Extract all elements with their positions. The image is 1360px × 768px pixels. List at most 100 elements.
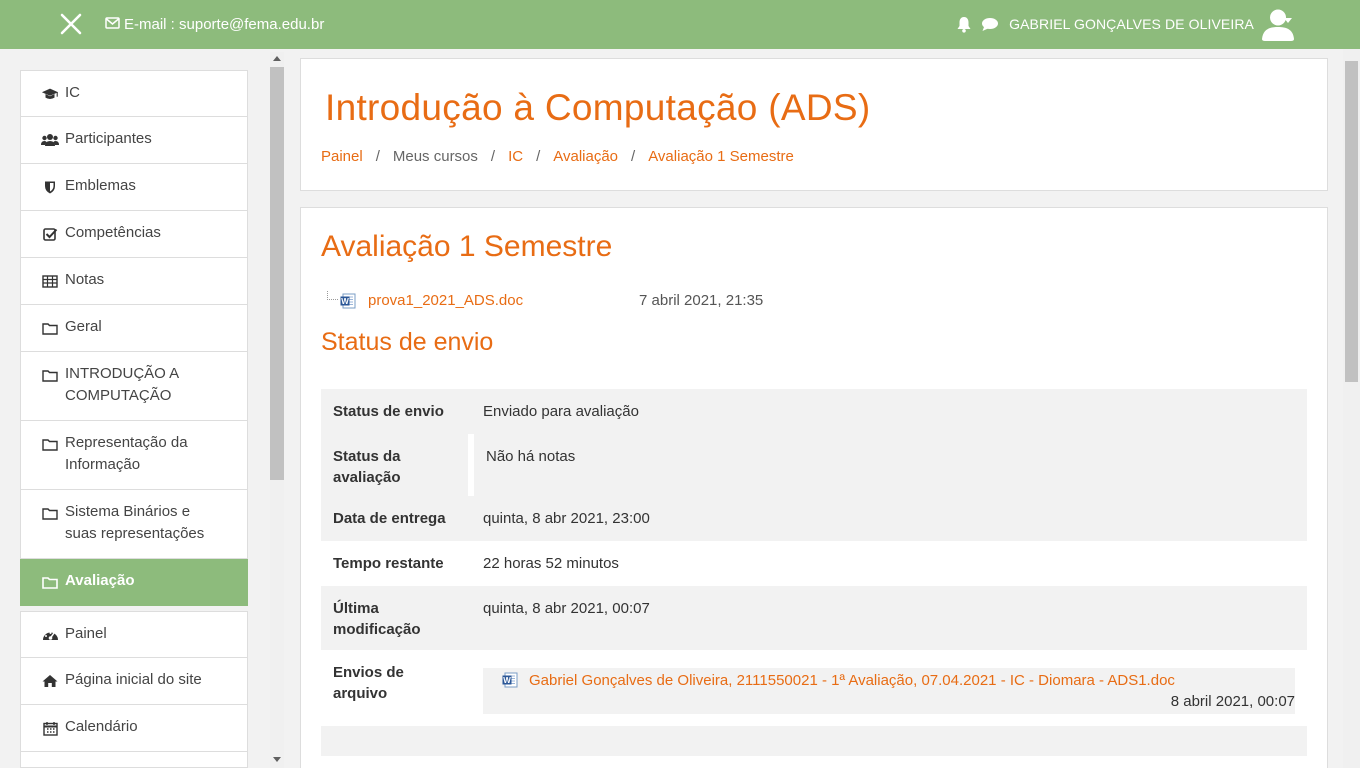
breadcrumb-avaliacao[interactable]: Avaliação: [553, 148, 618, 165]
sidebar-item-sistema-binarios[interactable]: Sistema Binários e suas representações: [20, 490, 248, 559]
avatar-icon[interactable]: [1260, 6, 1296, 42]
row-key: Última modificação: [321, 586, 471, 650]
dashboard-icon: [41, 627, 59, 643]
svg-text:W: W: [341, 297, 349, 306]
graduation-cap-icon: [41, 86, 59, 102]
sidebar-item-competencias[interactable]: Competências: [20, 211, 248, 258]
home-icon: [41, 673, 59, 689]
folder-icon: [41, 367, 59, 383]
sidebar-item-label: Sistema Binários e suas representações: [65, 503, 205, 542]
breadcrumb-painel[interactable]: Painel: [321, 148, 363, 165]
table-row: Data de entrega quinta, 8 abr 2021, 23:0…: [321, 496, 1307, 541]
course-sidebar: IC Participantes Emblemas Competências N…: [20, 70, 248, 768]
sidebar-scrollbar[interactable]: [270, 52, 284, 768]
row-key: Status da avaliação: [321, 434, 474, 496]
sidebar-item-label: Representação da Informação: [65, 434, 188, 473]
row-key: Data de entrega: [321, 496, 471, 541]
breadcrumb-ic[interactable]: IC: [508, 148, 523, 165]
row-value: W Gabriel Gonçalves de Oliveira, 2111550…: [471, 650, 1307, 726]
sidebar-item-representacao[interactable]: Representação da Informação: [20, 421, 248, 490]
breadcrumb-separator: /: [490, 148, 496, 165]
sidebar-item-emblemas[interactable]: Emblemas: [20, 164, 248, 211]
main-scrollbar-thumb[interactable]: [1345, 61, 1358, 382]
sidebar-item-label: Participantes: [65, 130, 152, 147]
row-value: [471, 726, 1307, 756]
user-menu-area: GABRIEL GONÇALVES DE OLIVEIRA: [955, 6, 1296, 42]
row-value: quinta, 8 abr 2021, 00:07: [471, 586, 1307, 650]
sidebar-item-notas[interactable]: Notas: [20, 258, 248, 305]
calendar-icon: [41, 720, 59, 736]
sidebar-item-label: Notas: [65, 271, 105, 288]
sidebar-item-label: Calendário: [65, 718, 138, 735]
row-value: Não há notas: [471, 434, 1307, 496]
table-row: Status da avaliação Não há notas: [321, 434, 1307, 496]
section-title: Status de envio: [321, 328, 494, 356]
submitted-file: W Gabriel Gonçalves de Oliveira, 2111550…: [483, 668, 1295, 714]
scroll-down-arrow-icon[interactable]: [273, 757, 281, 762]
word-doc-icon: W: [340, 293, 356, 309]
support-email[interactable]: E-mail : suporte@fema.edu.br: [105, 16, 324, 33]
sidebar-item-ic[interactable]: IC: [20, 70, 248, 117]
breadcrumb: Painel / Meus cursos / IC / Avaliação / …: [321, 148, 794, 165]
word-doc-icon: W: [502, 672, 518, 688]
row-key: Status de envio: [321, 389, 471, 434]
sidebar-item-introducao-computacao[interactable]: INTRODUÇÃO A COMPUTAÇÃO: [20, 352, 248, 421]
bell-icon[interactable]: [955, 15, 973, 33]
sidebar-scrollbar-thumb[interactable]: [270, 67, 284, 480]
course-title: Introdução à Computação (ADS): [325, 87, 871, 128]
sidebar-item-pagina-inicial[interactable]: Página inicial do site: [20, 658, 248, 705]
users-icon: [41, 132, 59, 148]
sidebar-item-painel[interactable]: Painel: [20, 611, 248, 658]
sidebar-item-participantes[interactable]: Participantes: [20, 117, 248, 164]
attachment-link[interactable]: prova1_2021_ADS.doc: [368, 292, 523, 309]
scroll-up-arrow-icon[interactable]: [273, 56, 281, 61]
shield-icon: [41, 179, 59, 195]
folder-icon: [41, 320, 59, 336]
breadcrumb-avaliacao-1-semestre[interactable]: Avaliação 1 Semestre: [648, 148, 794, 165]
breadcrumb-separator: /: [536, 148, 541, 165]
submitted-file-link[interactable]: Gabriel Gonçalves de Oliveira, 211155002…: [529, 670, 1295, 691]
page-title: Avaliação 1 Semestre: [321, 230, 613, 263]
support-email-label: E-mail : suporte@fema.edu.br: [124, 16, 325, 33]
row-key: Envios de arquivo: [333, 664, 404, 702]
svg-text:W: W: [503, 676, 511, 685]
sidebar-item-label: Competências: [65, 224, 161, 241]
assignment-card: Avaliação 1 Semestre W prova1_2021_ADS.d…: [300, 207, 1328, 768]
table-icon: [41, 273, 59, 289]
course-header-card: Introdução à Computação (ADS) Painel / M…: [300, 58, 1328, 191]
chat-icon[interactable]: [981, 15, 999, 33]
sidebar-item-partial[interactable]: [20, 752, 248, 768]
sidebar-item-label: Emblemas: [65, 177, 136, 194]
submission-status-table: Status de envio Enviado para avaliação S…: [321, 389, 1307, 756]
row-value: 22 horas 52 minutos: [483, 555, 619, 572]
close-icon[interactable]: [58, 11, 84, 37]
envelope-icon: [105, 16, 120, 33]
sidebar-item-label: Geral: [65, 318, 102, 335]
breadcrumb-separator: /: [375, 148, 380, 165]
checkbox-icon: [41, 226, 59, 242]
table-row: Última modificação quinta, 8 abr 2021, 0…: [321, 586, 1307, 650]
table-row: Tempo restante 22 horas 52 minutos: [321, 541, 1307, 586]
table-row: Status de envio Enviado para avaliação: [321, 389, 1307, 434]
sidebar-item-label: IC: [65, 84, 80, 101]
row-key: [321, 726, 471, 756]
tree-connector: [327, 291, 338, 300]
user-name[interactable]: GABRIEL GONÇALVES DE OLIVEIRA: [1009, 16, 1254, 32]
sidebar-item-label: Página inicial do site: [65, 671, 202, 688]
row-key: Tempo restante: [333, 555, 444, 572]
attachment-date: 7 abril 2021, 21:35: [639, 292, 764, 309]
sidebar-item-label: Painel: [65, 625, 107, 642]
sidebar-item-geral[interactable]: Geral: [20, 305, 248, 352]
sidebar-item-avaliacao[interactable]: Avaliação: [20, 559, 248, 606]
folder-icon: [41, 436, 59, 452]
row-value: quinta, 8 abr 2021, 23:00: [471, 496, 1307, 541]
sidebar-item-calendario[interactable]: Calendário: [20, 705, 248, 752]
folder-icon: [41, 505, 59, 521]
caret-down-icon[interactable]: [1284, 18, 1292, 23]
main-scrollbar[interactable]: [1343, 49, 1360, 768]
row-value: Enviado para avaliação: [471, 389, 1307, 434]
submitted-file-date: 8 abril 2021, 00:07: [1170, 693, 1295, 710]
breadcrumb-separator: /: [631, 148, 636, 165]
attachment-row: W prova1_2021_ADS.doc 7 abril 2021, 21:3…: [327, 291, 763, 309]
table-row: Envios de arquivo W Gabriel Gonçalves de…: [321, 650, 1307, 726]
